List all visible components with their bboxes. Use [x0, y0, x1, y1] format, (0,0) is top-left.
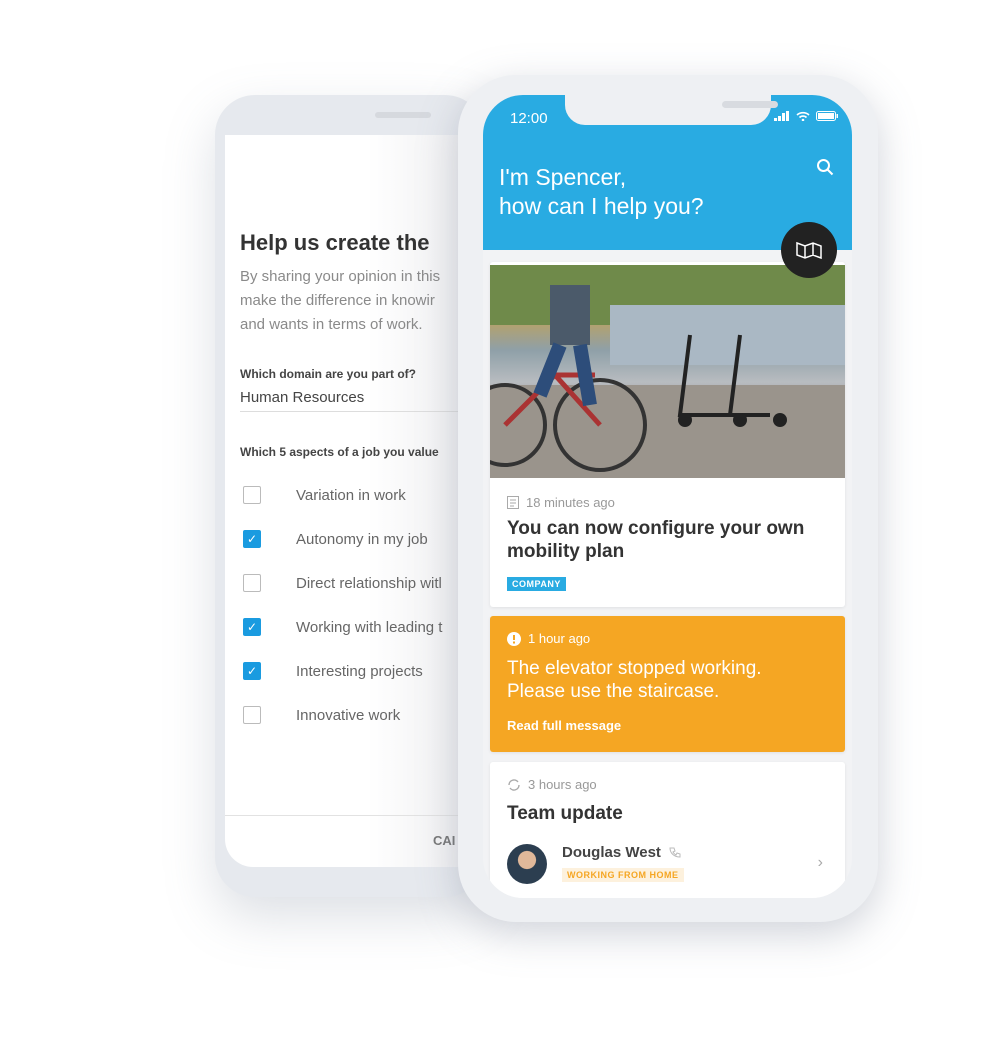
checkbox[interactable]	[243, 706, 261, 724]
wifi-icon	[796, 111, 810, 121]
option-label: Working with leading t	[296, 618, 443, 636]
status-time: 12:00	[510, 110, 548, 127]
greeting: I'm Spencer, how can I help you?	[499, 164, 704, 219]
option-label: Variation in work	[296, 486, 406, 504]
field-underline	[240, 411, 480, 412]
option-label: Innovative work	[296, 706, 401, 724]
checkbox[interactable]	[243, 574, 261, 592]
option-label: Autonomy in my job	[296, 530, 428, 548]
card-meta: 18 minutes ago	[507, 495, 615, 510]
checkbox[interactable]: ✓	[243, 662, 261, 680]
card-title: The elevator stopped working. Please use…	[507, 658, 762, 702]
map-icon	[796, 241, 822, 259]
timestamp: 1 hour ago	[528, 631, 591, 646]
checkbox[interactable]: ✓	[243, 618, 261, 636]
survey-title: Help us create the	[240, 230, 430, 255]
alert-card[interactable]: 1 hour ago The elevator stopped working.…	[490, 616, 845, 752]
document-icon	[507, 496, 519, 509]
footer-divider	[225, 815, 485, 816]
battery-icon	[816, 111, 838, 121]
notch	[565, 95, 778, 125]
aspects-question: Which 5 aspects of a job you value	[240, 445, 439, 459]
news-card[interactable]: 18 minutes ago You can now configure you…	[490, 262, 845, 607]
sync-icon	[508, 778, 520, 791]
chevron-right-icon[interactable]: ›	[818, 854, 823, 872]
checkbox[interactable]	[243, 486, 261, 504]
card-title: You can now configure your own mobility …	[507, 518, 805, 562]
checkbox-option[interactable]: ✓ Working with leading t	[243, 617, 442, 637]
avatar	[507, 844, 547, 884]
person-name[interactable]: Douglas West	[562, 844, 681, 861]
search-icon[interactable]	[816, 158, 834, 176]
option-label: Interesting projects	[296, 662, 423, 680]
category-badge: COMPANY	[507, 577, 566, 591]
checkbox-option[interactable]: ✓ Autonomy in my job	[243, 529, 428, 549]
checkbox[interactable]: ✓	[243, 530, 261, 548]
person-name-text: Douglas West	[562, 844, 661, 861]
person-status-badge: WORKING FROM HOME	[562, 868, 684, 882]
home-screen: 12:00 I'm Spencer, how can I help you? 1…	[483, 95, 852, 898]
read-full-message-link[interactable]: Read full message	[507, 718, 621, 733]
checkbox-option[interactable]: Direct relationship witl	[243, 573, 442, 593]
phone-icon[interactable]	[669, 847, 681, 859]
bicycle-photo	[490, 265, 845, 478]
timestamp: 3 hours ago	[528, 777, 597, 792]
card-meta: 3 hours ago	[507, 777, 597, 792]
card-title: Team update	[507, 803, 623, 824]
domain-field[interactable]: Human Resources	[240, 389, 364, 406]
status-icons	[774, 111, 838, 121]
domain-question: Which domain are you part of?	[240, 367, 417, 381]
checkbox-option[interactable]: Innovative work	[243, 705, 400, 725]
alert-icon	[507, 631, 521, 646]
timestamp: 18 minutes ago	[526, 495, 615, 510]
option-label: Direct relationship witl	[296, 574, 442, 592]
checkbox-option[interactable]: ✓ Interesting projects	[243, 661, 423, 681]
cancel-button[interactable]: CAI	[433, 833, 455, 848]
card-meta: 1 hour ago	[507, 631, 590, 646]
team-update-card[interactable]: 3 hours ago Team update Douglas West WOR…	[490, 762, 845, 898]
checkbox-option[interactable]: Variation in work	[243, 485, 406, 505]
photo-illustration	[490, 265, 845, 478]
signal-icon	[774, 111, 789, 121]
survey-screen: Help us create the By sharing your opini…	[225, 135, 485, 867]
map-button[interactable]	[781, 222, 837, 278]
speaker	[375, 112, 431, 118]
survey-description: By sharing your opinion in this make the…	[240, 268, 441, 333]
